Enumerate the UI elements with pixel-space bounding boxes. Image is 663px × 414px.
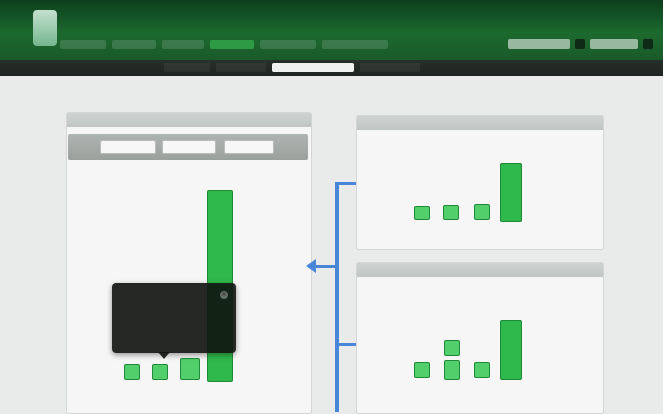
header-tools [508,39,653,49]
tooltip-arrow [158,352,170,359]
left-bar-2[interactable] [152,364,168,380]
subtab-2[interactable] [216,63,266,72]
right-bottom-panel-title [357,263,603,277]
right-top-chart-panel [356,115,604,250]
left-bar-3[interactable] [180,358,200,380]
connector-arrow-icon [306,259,316,273]
subtab-1[interactable] [164,63,210,72]
nav-item-3[interactable] [162,40,204,49]
right-bottom-chart-panel [356,262,604,414]
connector-vertical [335,183,339,412]
right-top-panel-title [357,116,603,130]
right-top-bar-3[interactable] [474,204,490,220]
subtab-active[interactable] [272,63,354,72]
tool-icon-button[interactable] [575,39,585,49]
tool-field-2[interactable] [590,39,638,49]
left-bar-1[interactable] [124,364,140,380]
top-header [0,0,663,60]
nav-item-2[interactable] [112,40,156,49]
subtab-4[interactable] [360,63,420,72]
right-bottom-bar-2-top[interactable] [444,340,460,356]
nav-item-6[interactable] [322,40,388,49]
right-bottom-bar-3[interactable] [474,362,490,378]
nav-item-active[interactable] [210,40,254,49]
right-top-bar-tall[interactable] [500,163,522,222]
right-bottom-bar-tall[interactable] [500,320,522,380]
tool-field-1[interactable] [508,39,570,49]
filter-field-3[interactable] [224,140,274,154]
chart-tooltip [112,283,236,353]
close-icon[interactable]: × [220,291,228,299]
sub-tabs [164,63,420,72]
app-logo-icon[interactable] [33,10,57,46]
filter-field-2[interactable] [162,140,216,154]
filter-field-1[interactable] [100,140,156,154]
left-panel-title [67,113,311,127]
connector-top-branch [335,182,357,185]
tool-icon-button-2[interactable] [643,39,653,49]
right-bottom-bar-2[interactable] [444,360,460,380]
right-bottom-bar-1[interactable] [414,362,430,378]
main-nav [60,40,388,49]
nav-item-5[interactable] [260,40,316,49]
connector-mid-branch [314,265,338,268]
right-top-bar-2[interactable] [443,205,459,220]
connector-bottom-branch [335,343,357,346]
right-top-bar-1[interactable] [414,206,430,220]
nav-item-1[interactable] [60,40,106,49]
